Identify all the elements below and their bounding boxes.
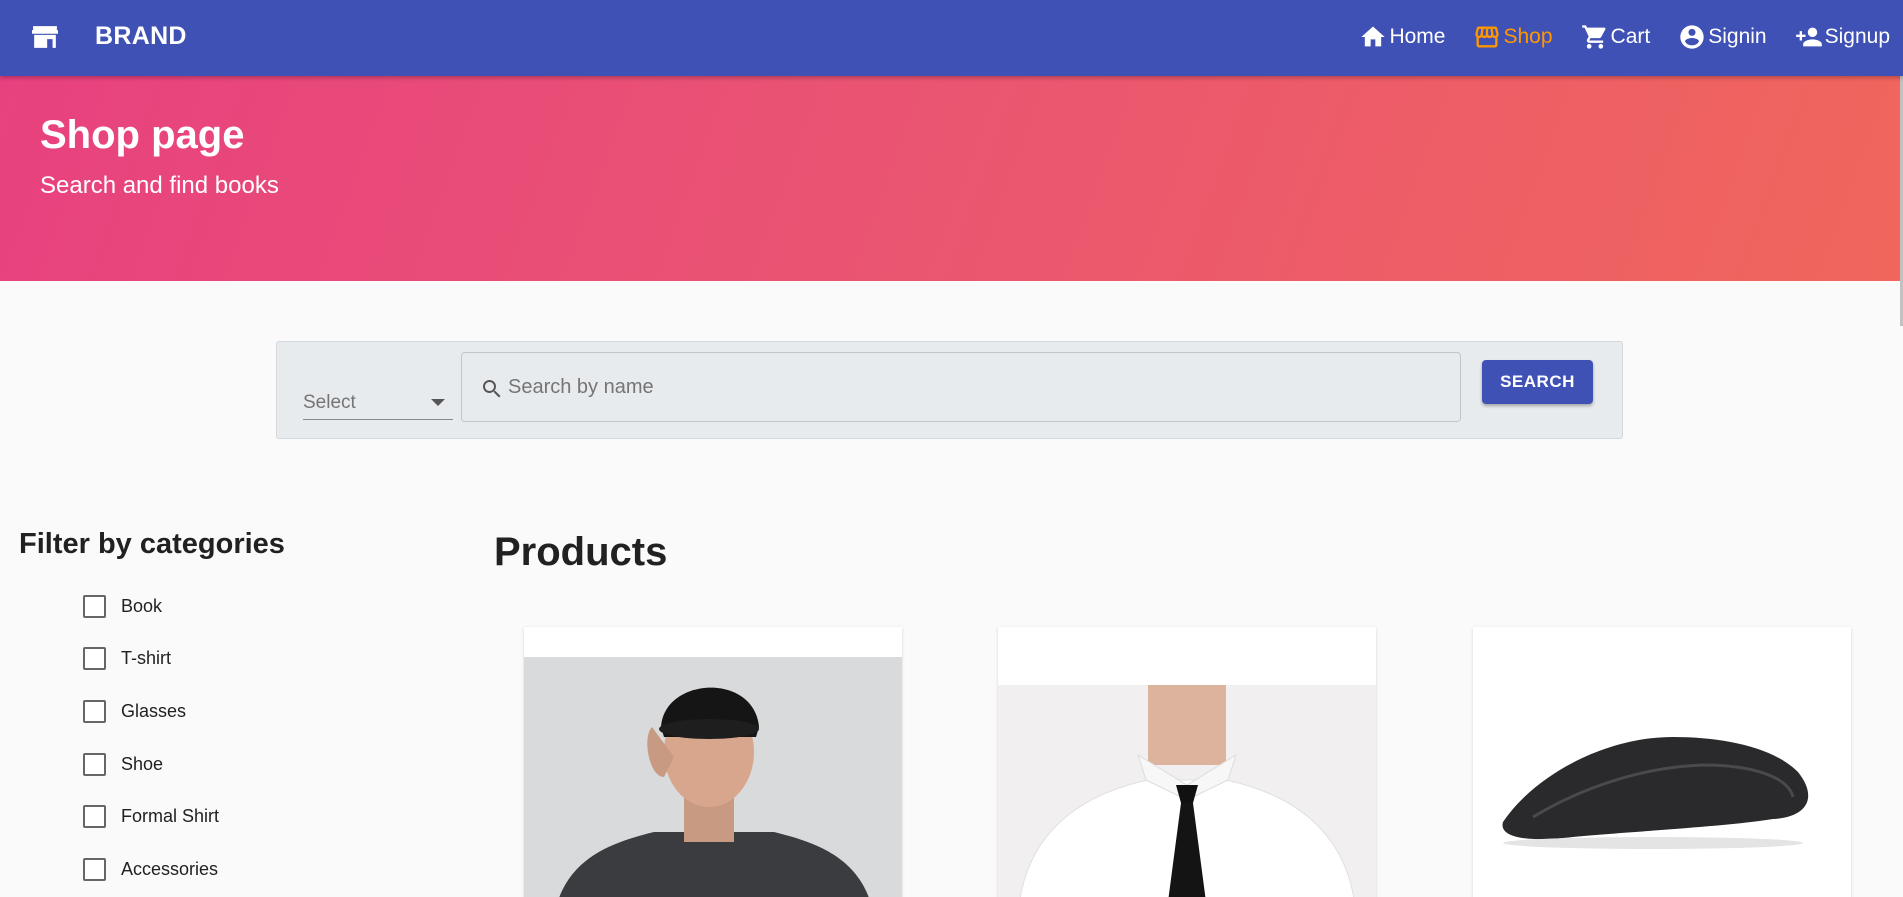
products-title: Products: [494, 530, 668, 574]
category-label: Book: [121, 595, 163, 616]
nav-home-label: Home: [1389, 25, 1446, 48]
home-icon: [1361, 26, 1386, 47]
brand-name[interactable]: BRAND: [95, 22, 187, 51]
category-label: T-shirt: [121, 648, 172, 669]
nav-signup-label: Signup: [1824, 25, 1890, 48]
category-item-accessories[interactable]: Accessories: [83, 843, 219, 896]
nav-cart[interactable]: Cart: [1581, 18, 1651, 56]
search-input[interactable]: [508, 353, 1448, 421]
category-label: Shoe: [121, 753, 164, 774]
checkbox[interactable]: [83, 857, 106, 881]
wireless-mouse-image: [1473, 667, 1851, 897]
category-label: Glasses: [121, 700, 187, 721]
category-select-label: Select: [303, 392, 356, 413]
cart-icon: [1581, 25, 1606, 49]
account-circle-icon: [1680, 25, 1704, 49]
dropdown-arrow-icon: [431, 399, 445, 406]
search-panel: Select SEARCH: [276, 341, 1623, 439]
category-item-glasses[interactable]: Glasses: [83, 685, 219, 738]
page-title: Shop page: [40, 113, 245, 157]
nav-signup[interactable]: Signup: [1795, 18, 1890, 56]
checkbox[interactable]: [83, 699, 106, 723]
checkbox[interactable]: [83, 594, 106, 618]
search-icon: [483, 380, 501, 398]
category-label: Formal Shirt: [121, 806, 220, 827]
main-nav: Home Shop Cart Signin Signup: [1331, 18, 1890, 56]
category-item-shoe[interactable]: Shoe: [83, 738, 219, 791]
category-filter-list: Book T-shirt Glasses Shoe Formal Shirt A…: [83, 580, 219, 896]
hero-banner: Shop page Search and find books: [0, 76, 1900, 281]
nav-shop-label: Shop: [1503, 25, 1553, 48]
person-add-icon: [1795, 27, 1822, 47]
checkbox[interactable]: [83, 647, 106, 671]
shirt-and-tie-image: [998, 685, 1376, 897]
checkbox[interactable]: [83, 752, 106, 776]
page-subtitle: Search and find books: [40, 172, 279, 199]
product-card[interactable]: [524, 627, 902, 897]
category-item-formal-shirt[interactable]: Formal Shirt: [83, 790, 219, 843]
nav-home[interactable]: Home: [1359, 18, 1445, 56]
category-label: Accessories: [121, 858, 219, 879]
product-card[interactable]: [998, 627, 1376, 897]
nav-cart-label: Cart: [1610, 25, 1651, 48]
search-button[interactable]: SEARCH: [1482, 360, 1593, 404]
store-icon[interactable]: [32, 26, 58, 48]
category-item-t-shirt[interactable]: T-shirt: [83, 633, 219, 686]
category-item-book[interactable]: Book: [83, 580, 219, 633]
category-select[interactable]: Select: [303, 386, 453, 420]
nav-signin[interactable]: Signin: [1678, 18, 1767, 56]
nav-shop[interactable]: Shop: [1473, 18, 1553, 56]
filter-title: Filter by categories: [19, 528, 285, 560]
nav-signin-label: Signin: [1708, 25, 1767, 48]
app-bar: BRAND Home Shop Cart Signin Signup: [0, 0, 1903, 76]
man-in-cap-image: [524, 657, 902, 897]
search-field[interactable]: [461, 352, 1461, 422]
product-card[interactable]: [1473, 627, 1851, 897]
storefront-icon: [1475, 26, 1500, 48]
checkbox[interactable]: [83, 805, 106, 829]
